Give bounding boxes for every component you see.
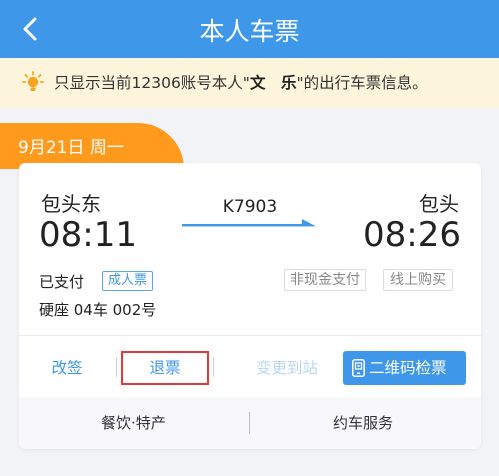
train-number: K7903 [222,197,278,217]
qr-checkin-label: 二维码检票 [369,359,447,377]
service-separator [249,412,250,434]
action-separator [213,357,214,377]
departure-time: 08:11 [39,215,137,255]
ticket-type-badge: 成人票 [102,271,154,291]
car-service-button[interactable]: 约车服务 [333,412,393,433]
food-service-button[interactable]: 餐饮·特产 [101,412,166,433]
bulb-icon [22,71,44,91]
divider [19,335,481,336]
change-station-button[interactable]: 变更到站 [237,351,337,385]
service-bar: 餐饮·特产 约车服务 [19,397,481,449]
refund-button[interactable]: 退票 [121,351,209,385]
payment-status: 已支付 [39,273,85,291]
page-title: 本人车票 [199,17,300,46]
notice-bar: 只显示当前12306账号本人"文 乐"的出行车票信息。 [0,58,499,108]
trip-date: 9月21日 周一 [18,138,124,158]
qr-checkin-button[interactable]: 二维码检票 [343,351,466,385]
ticket-card[interactable]: 包头东 包头 08:11 08:26 K7903 已支付 成人票 非现金支付 线… [19,163,481,449]
online-purchase-badge: 线上购买 [383,269,453,291]
app-header: 本人车票 [0,0,499,58]
seat-info: 硬座 04车 002号 [39,301,157,319]
route-arrow-icon [182,219,316,227]
notice-text: 只显示当前12306账号本人"文 乐"的出行车票信息。 [54,74,428,92]
noncash-badge: 非现金支付 [284,269,366,291]
phone-qr-icon [352,359,365,377]
change-ticket-button[interactable]: 改签 [35,351,99,385]
account-name: 文 乐 [249,74,297,92]
action-separator [116,357,117,377]
arrival-time: 08:26 [363,215,461,255]
